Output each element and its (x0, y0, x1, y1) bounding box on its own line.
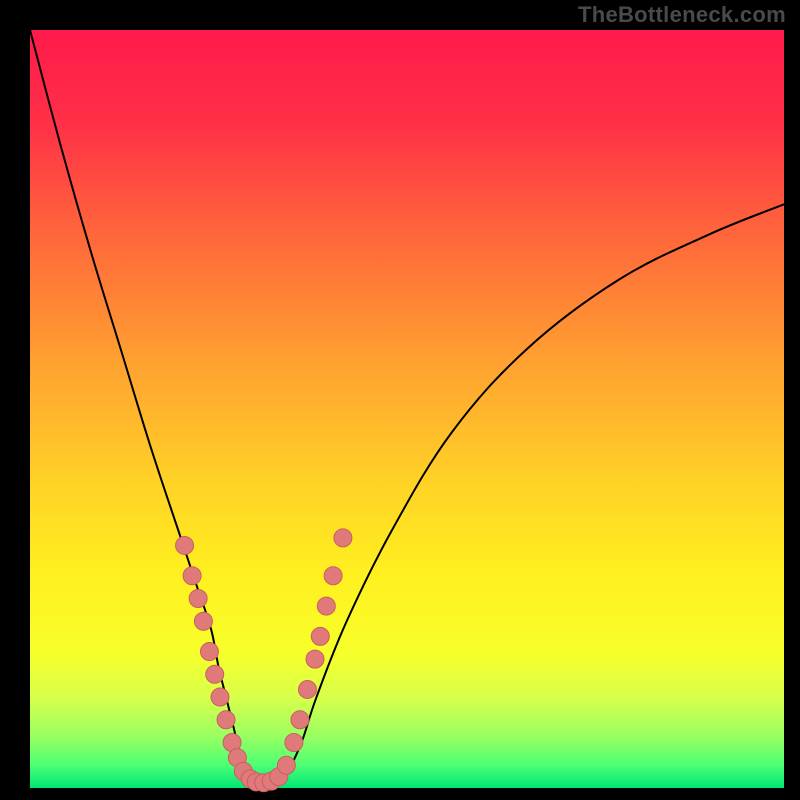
curve-marker (311, 627, 329, 645)
curve-marker (189, 590, 207, 608)
curve-marker (298, 680, 316, 698)
curve-marker (334, 529, 352, 547)
curve-marker (291, 711, 309, 729)
curve-marker (324, 567, 342, 585)
chart-frame: TheBottleneck.com (0, 0, 800, 800)
curve-marker (211, 688, 229, 706)
curve-marker (176, 536, 194, 554)
curve-marker (317, 597, 335, 615)
curve-marker (285, 734, 303, 752)
curve-marker (183, 567, 201, 585)
bottleneck-chart (0, 0, 800, 800)
curve-marker (277, 756, 295, 774)
curve-marker (306, 650, 324, 668)
curve-marker (200, 643, 218, 661)
gradient-plot-area (30, 30, 784, 788)
curve-marker (206, 665, 224, 683)
curve-marker (217, 711, 235, 729)
curve-marker (194, 612, 212, 630)
watermark-text: TheBottleneck.com (578, 2, 786, 28)
